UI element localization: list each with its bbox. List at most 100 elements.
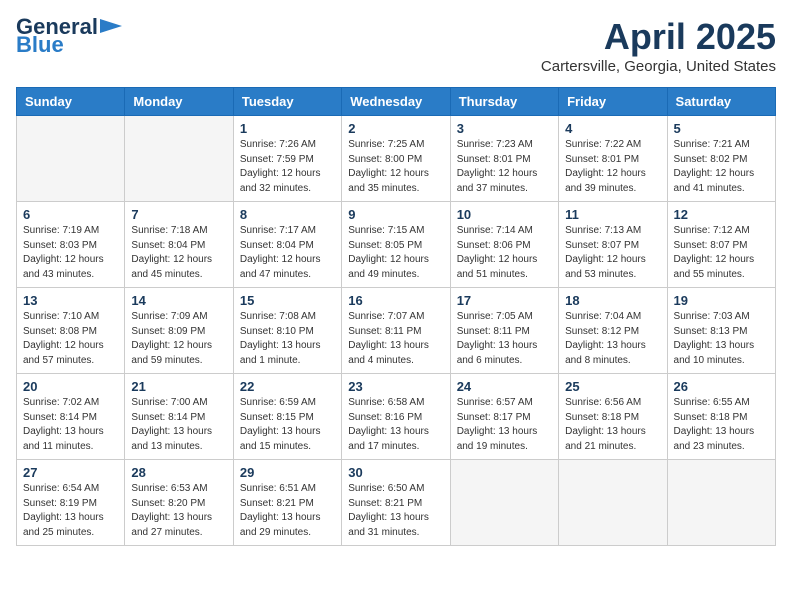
calendar-cell: 18 Sunrise: 7:04 AMSunset: 8:12 PMDayligh…	[559, 288, 667, 374]
day-number: 12	[674, 207, 769, 222]
calendar-cell: 3 Sunrise: 7:23 AMSunset: 8:01 PMDaylight…	[450, 116, 558, 202]
day-number: 1	[240, 121, 335, 136]
day-number: 7	[131, 207, 226, 222]
page-header: General Blue April 2025 Cartersville, Ge…	[16, 16, 776, 75]
calendar-cell: 9 Sunrise: 7:15 AMSunset: 8:05 PMDaylight…	[342, 202, 450, 288]
calendar-cell	[667, 460, 775, 546]
day-info: Sunrise: 6:50 AMSunset: 8:21 PMDaylight:…	[348, 482, 443, 540]
calendar-cell: 21 Sunrise: 7:00 AMSunset: 8:14 PMDayligh…	[125, 374, 233, 460]
day-info: Sunrise: 7:19 AMSunset: 8:03 PMDaylight:…	[23, 224, 118, 282]
day-info: Sunrise: 6:56 AMSunset: 8:18 PMDaylight:…	[565, 396, 660, 454]
day-info: Sunrise: 7:14 AMSunset: 8:06 PMDaylight:…	[457, 224, 552, 282]
day-number: 25	[565, 379, 660, 394]
day-number: 21	[131, 379, 226, 394]
day-number: 2	[348, 121, 443, 136]
calendar-cell: 14 Sunrise: 7:09 AMSunset: 8:09 PMDayligh…	[125, 288, 233, 374]
day-info: Sunrise: 7:23 AMSunset: 8:01 PMDaylight:…	[457, 138, 552, 196]
day-number: 14	[131, 293, 226, 308]
calendar-week-4: 20Sunrise: 7:02 AMSunset: 8:14 PMDayligh…	[17, 374, 776, 460]
day-info: Sunrise: 7:05 AMSunset: 8:11 PMDaylight:…	[457, 310, 552, 368]
day-number: 5	[674, 121, 769, 136]
day-info: Sunrise: 7:22 AMSunset: 8:01 PMDaylight:…	[565, 138, 660, 196]
calendar-cell: 17 Sunrise: 7:05 AMSunset: 8:11 PMDayligh…	[450, 288, 558, 374]
calendar-cell: 10 Sunrise: 7:14 AMSunset: 8:06 PMDayligh…	[450, 202, 558, 288]
calendar-cell: 24Sunrise: 6:57 AMSunset: 8:17 PMDayligh…	[450, 374, 558, 460]
calendar-cell: 29 Sunrise: 6:51 AMSunset: 8:21 PMDayligh…	[233, 460, 341, 546]
weekday-header-thursday: Thursday	[450, 88, 558, 116]
calendar-cell: 13Sunrise: 7:10 AMSunset: 8:08 PMDayligh…	[17, 288, 125, 374]
title-block: April 2025 Cartersville, Georgia, United…	[541, 16, 776, 75]
day-info: Sunrise: 7:04 AMSunset: 8:12 PMDaylight:…	[565, 310, 660, 368]
calendar-header-row: SundayMondayTuesdayWednesdayThursdayFrid…	[17, 88, 776, 116]
calendar-week-2: 6 Sunrise: 7:19 AMSunset: 8:03 PMDaylight…	[17, 202, 776, 288]
calendar-cell: 6 Sunrise: 7:19 AMSunset: 8:03 PMDaylight…	[17, 202, 125, 288]
day-number: 4	[565, 121, 660, 136]
day-info: Sunrise: 6:51 AMSunset: 8:21 PMDaylight:…	[240, 482, 335, 540]
calendar-cell: 4 Sunrise: 7:22 AMSunset: 8:01 PMDaylight…	[559, 116, 667, 202]
calendar-cell: 26 Sunrise: 6:55 AMSunset: 8:18 PMDayligh…	[667, 374, 775, 460]
day-number: 30	[348, 465, 443, 480]
calendar-cell: 8 Sunrise: 7:17 AMSunset: 8:04 PMDaylight…	[233, 202, 341, 288]
calendar-cell: 23Sunrise: 6:58 AMSunset: 8:16 PMDayligh…	[342, 374, 450, 460]
calendar-week-3: 13Sunrise: 7:10 AMSunset: 8:08 PMDayligh…	[17, 288, 776, 374]
day-number: 18	[565, 293, 660, 308]
day-info: Sunrise: 6:54 AMSunset: 8:19 PMDaylight:…	[23, 482, 118, 540]
day-info: Sunrise: 7:08 AMSunset: 8:10 PMDaylight:…	[240, 310, 335, 368]
day-number: 22	[240, 379, 335, 394]
day-info: Sunrise: 7:10 AMSunset: 8:08 PMDaylight:…	[23, 310, 118, 368]
day-info: Sunrise: 7:07 AMSunset: 8:11 PMDaylight:…	[348, 310, 443, 368]
day-number: 19	[674, 293, 769, 308]
day-info: Sunrise: 7:00 AMSunset: 8:14 PMDaylight:…	[131, 396, 226, 454]
calendar-cell: 16 Sunrise: 7:07 AMSunset: 8:11 PMDayligh…	[342, 288, 450, 374]
calendar-cell: 2 Sunrise: 7:25 AMSunset: 8:00 PMDaylight…	[342, 116, 450, 202]
calendar-cell	[450, 460, 558, 546]
day-number: 26	[674, 379, 769, 394]
calendar-cell: 1 Sunrise: 7:26 AMSunset: 7:59 PMDaylight…	[233, 116, 341, 202]
day-number: 9	[348, 207, 443, 222]
day-info: Sunrise: 7:26 AMSunset: 7:59 PMDaylight:…	[240, 138, 335, 196]
calendar-cell: 22Sunrise: 6:59 AMSunset: 8:15 PMDayligh…	[233, 374, 341, 460]
day-info: Sunrise: 7:09 AMSunset: 8:09 PMDaylight:…	[131, 310, 226, 368]
month-title: April 2025	[541, 16, 776, 58]
calendar-cell: 27Sunrise: 6:54 AMSunset: 8:19 PMDayligh…	[17, 460, 125, 546]
calendar-cell: 5 Sunrise: 7:21 AMSunset: 8:02 PMDaylight…	[667, 116, 775, 202]
day-number: 29	[240, 465, 335, 480]
calendar-cell: 28 Sunrise: 6:53 AMSunset: 8:20 PMDayligh…	[125, 460, 233, 546]
day-number: 17	[457, 293, 552, 308]
location: Cartersville, Georgia, United States	[541, 58, 776, 75]
calendar-cell: 7 Sunrise: 7:18 AMSunset: 8:04 PMDaylight…	[125, 202, 233, 288]
day-info: Sunrise: 6:55 AMSunset: 8:18 PMDaylight:…	[674, 396, 769, 454]
day-number: 8	[240, 207, 335, 222]
day-info: Sunrise: 6:53 AMSunset: 8:20 PMDaylight:…	[131, 482, 226, 540]
logo: General Blue	[16, 16, 122, 57]
day-info: Sunrise: 7:21 AMSunset: 8:02 PMDaylight:…	[674, 138, 769, 196]
weekday-header-sunday: Sunday	[17, 88, 125, 116]
calendar-week-5: 27Sunrise: 6:54 AMSunset: 8:19 PMDayligh…	[17, 460, 776, 546]
day-info: Sunrise: 7:25 AMSunset: 8:00 PMDaylight:…	[348, 138, 443, 196]
calendar-cell: 15 Sunrise: 7:08 AMSunset: 8:10 PMDayligh…	[233, 288, 341, 374]
day-info: Sunrise: 7:15 AMSunset: 8:05 PMDaylight:…	[348, 224, 443, 282]
day-number: 10	[457, 207, 552, 222]
day-info: Sunrise: 7:17 AMSunset: 8:04 PMDaylight:…	[240, 224, 335, 282]
day-info: Sunrise: 6:58 AMSunset: 8:16 PMDaylight:…	[348, 396, 443, 454]
day-number: 16	[348, 293, 443, 308]
calendar-cell: 11Sunrise: 7:13 AMSunset: 8:07 PMDayligh…	[559, 202, 667, 288]
calendar-cell	[559, 460, 667, 546]
day-number: 20	[23, 379, 118, 394]
calendar-cell: 12 Sunrise: 7:12 AMSunset: 8:07 PMDayligh…	[667, 202, 775, 288]
calendar-cell: 30 Sunrise: 6:50 AMSunset: 8:21 PMDayligh…	[342, 460, 450, 546]
day-info: Sunrise: 7:03 AMSunset: 8:13 PMDaylight:…	[674, 310, 769, 368]
day-number: 24	[457, 379, 552, 394]
day-number: 15	[240, 293, 335, 308]
calendar-cell	[17, 116, 125, 202]
logo-flag-icon	[100, 19, 122, 33]
weekday-header-friday: Friday	[559, 88, 667, 116]
day-number: 3	[457, 121, 552, 136]
calendar-cell: 20Sunrise: 7:02 AMSunset: 8:14 PMDayligh…	[17, 374, 125, 460]
day-number: 28	[131, 465, 226, 480]
day-info: Sunrise: 7:18 AMSunset: 8:04 PMDaylight:…	[131, 224, 226, 282]
day-info: Sunrise: 7:12 AMSunset: 8:07 PMDaylight:…	[674, 224, 769, 282]
calendar-week-1: 1 Sunrise: 7:26 AMSunset: 7:59 PMDaylight…	[17, 116, 776, 202]
day-number: 6	[23, 207, 118, 222]
calendar-cell: 25 Sunrise: 6:56 AMSunset: 8:18 PMDayligh…	[559, 374, 667, 460]
